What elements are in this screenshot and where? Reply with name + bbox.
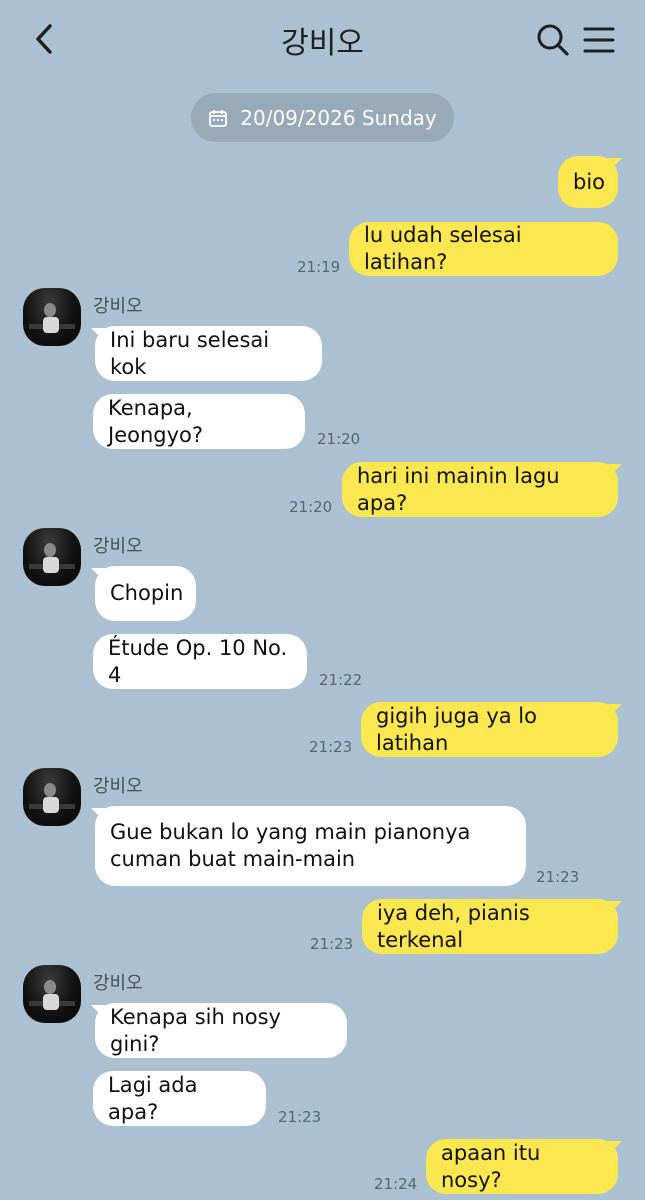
search-button[interactable] [532, 20, 572, 60]
message-bubble-theirs[interactable]: Lagi ada apa? [93, 1071, 266, 1126]
date-divider: 20/09/2026 Sunday [191, 93, 454, 142]
message-bubble-mine[interactable]: lu udah selesai latihan? [349, 222, 618, 276]
avatar[interactable] [23, 768, 81, 826]
message-bubble-theirs[interactable]: Ini baru selesai kok [95, 326, 322, 381]
message-time: 21:20 [317, 430, 361, 448]
message-time: 21:22 [319, 671, 363, 689]
avatar-image [29, 303, 75, 333]
avatar-image [29, 543, 75, 573]
avatar[interactable] [23, 528, 81, 586]
menu-button[interactable] [581, 20, 617, 60]
avatar-image [29, 980, 75, 1010]
avatar[interactable] [23, 965, 81, 1023]
message-line: Gue bukan lo yang main pianonya [110, 820, 471, 844]
message-bubble-theirs[interactable]: Chopin [95, 566, 196, 621]
message-line: cuman buat main-main [110, 847, 356, 871]
message-bubble-mine[interactable]: gigih juga ya lo latihan [361, 702, 618, 757]
message-bubble-theirs[interactable]: Étude Op. 10 No. 4 [93, 634, 307, 689]
avatar[interactable] [23, 288, 81, 346]
message-bubble-theirs[interactable]: Gue bukan lo yang main pianonya cuman bu… [95, 806, 526, 886]
message-time: 21:23 [309, 738, 353, 756]
message-bubble-theirs[interactable]: Kenapa sih nosy gini? [95, 1003, 347, 1058]
message-time: 21:23 [536, 868, 580, 886]
message-bubble-mine[interactable]: hari ini mainin lagu apa? [342, 462, 618, 517]
avatar-image [29, 783, 75, 813]
message-time: 21:23 [278, 1108, 322, 1126]
message-time: 21:20 [289, 498, 333, 516]
date-label: 20/09/2026 Sunday [240, 105, 437, 130]
message-time: 21:23 [310, 935, 354, 953]
message-bubble-theirs[interactable]: Kenapa, Jeongyo? [93, 394, 305, 449]
contact-name: 강비오 [93, 776, 143, 797]
message-bubble-mine[interactable]: apaan itu nosy? [426, 1139, 618, 1194]
calendar-icon [209, 109, 228, 127]
search-icon [537, 24, 569, 56]
message-bubble-mine[interactable]: bio [558, 156, 618, 208]
contact-name: 강비오 [93, 536, 143, 557]
message-bubble-mine[interactable]: iya deh, pianis terkenal [362, 899, 618, 954]
message-time: 21:19 [297, 258, 341, 276]
menu-icon [583, 27, 615, 53]
contact-name: 강비오 [93, 296, 143, 317]
contact-name: 강비오 [93, 973, 143, 994]
message-time: 21:24 [374, 1175, 418, 1193]
